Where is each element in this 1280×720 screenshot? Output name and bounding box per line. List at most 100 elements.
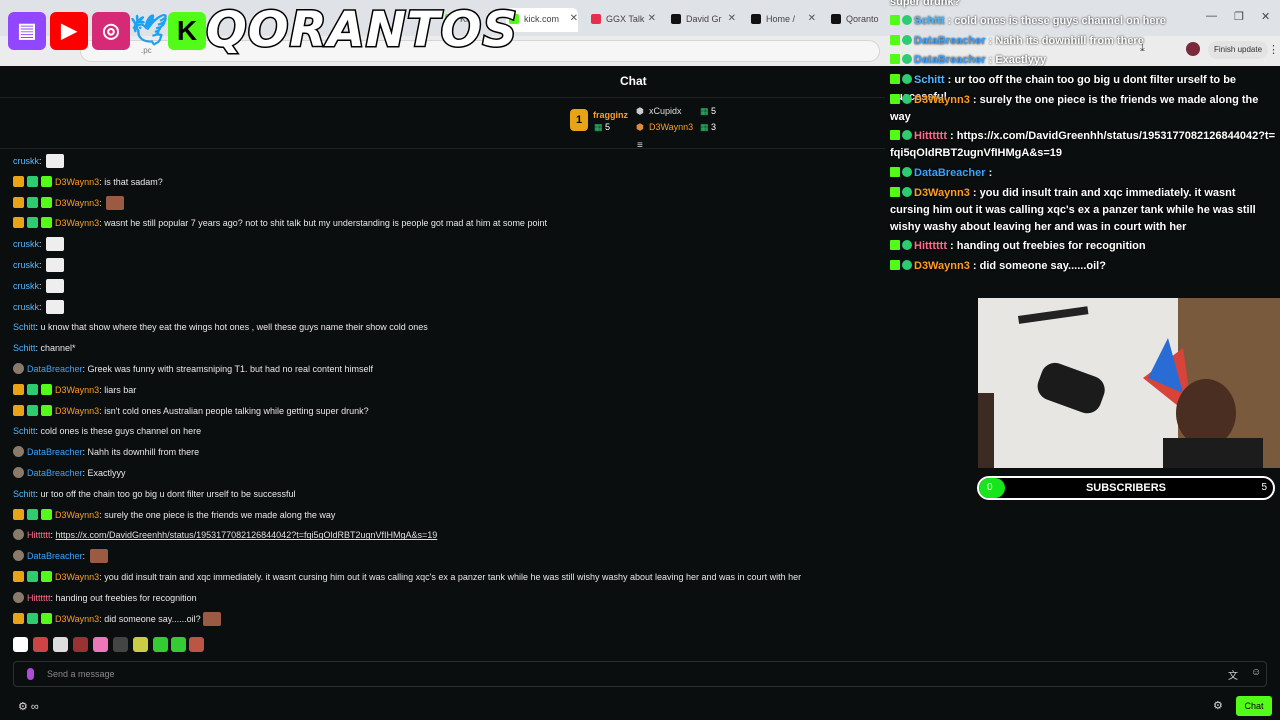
emote-icon[interactable] — [133, 637, 148, 652]
chat-emote-icon[interactable] — [46, 154, 65, 168]
overlay-chat-message: DataBreacher : Exactlyyy — [890, 52, 1278, 69]
chat-username[interactable]: D3Waynn3 — [55, 218, 99, 228]
browser-tab-3[interactable]: GGX Talk ✕ — [588, 8, 656, 32]
chat-emote-icon[interactable] — [46, 278, 65, 293]
browser-tab-4[interactable]: David Gr ✕ — [668, 8, 736, 32]
chat-username[interactable]: cruskk — [13, 239, 39, 249]
twitch-icon: ▤ — [8, 12, 46, 50]
settings-infinity-icon[interactable]: ⚙ ∞ — [18, 700, 39, 713]
emote-icon[interactable] — [153, 637, 168, 652]
chat-username[interactable]: D3Waynn3 — [55, 572, 99, 582]
chat-username[interactable]: D3Waynn3 — [55, 614, 99, 624]
emote-icon[interactable] — [13, 637, 28, 652]
chat-message: D3Waynn3: isn't cold ones Australian peo… — [13, 402, 369, 420]
chat-message: D3Waynn3: wasnt he still popular 7 years… — [13, 214, 547, 232]
chat-username[interactable]: D3Waynn3 — [55, 198, 99, 208]
gear-icon[interactable]: ⚙ — [1213, 699, 1223, 712]
chat-emote-icon[interactable] — [46, 237, 65, 252]
chat-username[interactable]: cruskk — [13, 156, 39, 166]
tab-label: David Gr — [686, 14, 722, 24]
chat-username[interactable]: cruskk — [13, 260, 39, 270]
chat-emote-icon[interactable] — [202, 611, 221, 626]
chat-username[interactable]: D3Waynn3 — [55, 510, 99, 520]
close-tab-icon[interactable]: ✕ — [648, 13, 656, 24]
chat-username[interactable]: Schitt — [13, 322, 36, 332]
mic-icon[interactable] — [27, 668, 34, 680]
emote-icon[interactable] — [53, 637, 68, 652]
close-tab-icon[interactable]: ✕ — [808, 13, 816, 24]
kick-badge-icon — [890, 74, 900, 84]
subscriber-label: SUBSCRIBERS — [1085, 482, 1167, 494]
chat-text: Exactlyyy — [87, 468, 126, 478]
chat-message: D3Waynn3: — [13, 194, 125, 212]
user-badge-icon — [27, 217, 38, 229]
chat-text: is that sadam? — [104, 176, 163, 187]
message-placeholder: Send a message — [47, 669, 115, 679]
chat-emote-icon[interactable] — [46, 299, 65, 314]
webcam-feed — [978, 298, 1280, 468]
chat-text: u know that show where they eat the wing… — [40, 322, 428, 333]
emote-icon[interactable] — [113, 637, 128, 652]
chat-username[interactable]: D3Waynn3 — [55, 385, 99, 395]
chat-message: DataBreacher: — [13, 547, 108, 565]
chat-username[interactable]: Hitttttt — [27, 530, 51, 540]
chat-message: DataBreacher: Exactlyyy — [13, 464, 126, 482]
chat-colon: : — [39, 260, 45, 270]
emote-icon[interactable] — [189, 637, 204, 652]
user-badge-icon — [902, 260, 912, 270]
leader-1-name[interactable]: fragginz — [593, 110, 628, 120]
translate-icon[interactable]: 文 — [1228, 667, 1238, 682]
chat-username[interactable]: Schitt — [13, 426, 36, 436]
overlay-colon: : — [944, 74, 955, 86]
overlay-chat-message: D3Waynn3 : you did insult train and xqc … — [890, 185, 1278, 236]
emoji-icon[interactable]: ☺ — [1251, 667, 1261, 678]
emote-icon[interactable] — [93, 637, 108, 652]
overlay-text: Nahh its downhill from there — [995, 35, 1144, 47]
emote-icon[interactable] — [171, 637, 186, 652]
gift-icon: ▦ — [594, 122, 603, 132]
overlay-text: super drunk? — [890, 0, 961, 8]
chat-username[interactable]: Schitt — [13, 343, 36, 353]
chat-message: Schitt: ur too off the chain too go big … — [13, 485, 296, 503]
chat-username[interactable]: cruskk — [13, 302, 39, 312]
chat-username[interactable]: Schitt — [13, 489, 36, 499]
browser-tab-6[interactable]: Qoranto — [828, 8, 888, 32]
emote-icon[interactable] — [33, 637, 48, 652]
chat-message: D3Waynn3: liars bar — [13, 381, 136, 399]
emote-icon[interactable] — [73, 637, 88, 652]
user-badge-icon — [13, 217, 24, 229]
subscriber-goal: 5 — [1261, 482, 1267, 493]
chat-link[interactable]: https://x.com/DavidGreenhh/status/195317… — [56, 530, 438, 540]
send-chat-button[interactable]: Chat — [1236, 696, 1272, 716]
chat-text: cold ones is these guys channel on here — [40, 426, 202, 437]
chat-message: D3Waynn3: you did insult train and xqc i… — [13, 568, 801, 586]
close-tab-icon[interactable]: ✕ — [728, 13, 736, 24]
chat-colon: : — [39, 156, 45, 166]
close-tab-icon[interactable]: ✕ — [570, 13, 578, 24]
user-badge-icon — [902, 15, 912, 25]
chat-username[interactable]: D3Waynn3 — [55, 177, 99, 187]
message-input[interactable]: Send a message — [13, 661, 1267, 687]
chat-username[interactable]: cruskk — [13, 281, 39, 291]
user-badge-icon — [27, 196, 38, 208]
overlay-colon: : — [944, 15, 955, 27]
overlay-colon: : — [985, 35, 996, 47]
chat-emote-icon[interactable] — [89, 549, 108, 564]
chat-username[interactable]: D3Waynn3 — [55, 406, 99, 416]
overlay-chat-message: Hitttttt : https://x.com/DavidGreenhh/st… — [890, 128, 1278, 162]
chat-username[interactable]: DataBreacher — [27, 364, 83, 374]
tab-label: GGX Talk — [606, 14, 645, 24]
overlay-colon: : — [985, 54, 996, 66]
chat-username[interactable]: Hitttttt — [27, 593, 51, 603]
chat-emote-icon[interactable] — [46, 258, 65, 272]
leader-3-name[interactable]: D3Waynn3 — [649, 122, 693, 132]
user-badge-icon — [13, 404, 24, 416]
chat-message: cruskk: — [13, 298, 65, 316]
chat-username[interactable]: DataBreacher — [27, 447, 83, 457]
browser-tab-5[interactable]: Home / ✕ — [748, 8, 816, 32]
chat-username[interactable]: DataBreacher — [27, 468, 83, 478]
leader-2-name[interactable]: xCupidx — [649, 106, 682, 116]
chat-username[interactable]: DataBreacher — [27, 551, 83, 561]
chat-emote-icon[interactable] — [106, 195, 125, 210]
divider — [0, 148, 885, 149]
